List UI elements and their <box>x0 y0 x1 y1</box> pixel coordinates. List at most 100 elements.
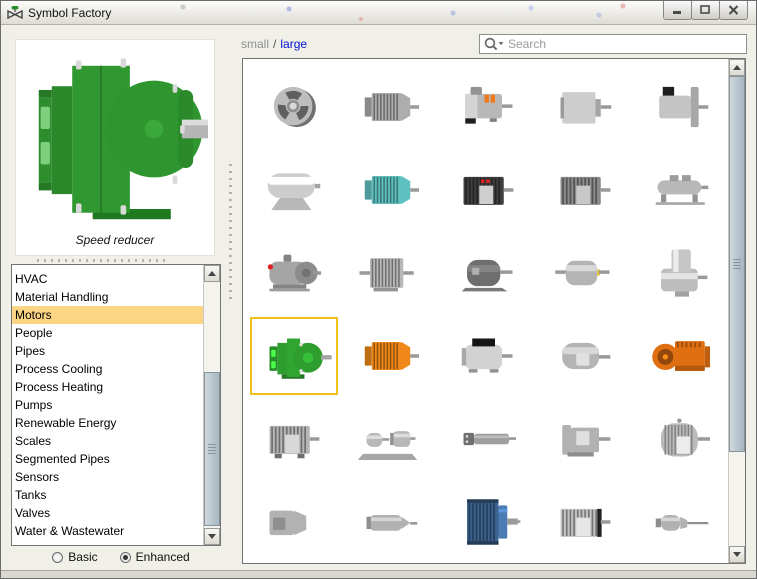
minimize-button[interactable] <box>663 1 692 20</box>
symbol-cell-coupled-motor-set[interactable] <box>342 397 439 480</box>
symbol-cell-finned-motor-dark[interactable] <box>439 148 536 231</box>
category-item-material-handling[interactable]: Material Handling <box>12 288 203 306</box>
window-title: Symbol Factory <box>28 6 111 20</box>
category-list: FoodHVACMaterial HandlingMotorsPeoplePip… <box>12 265 203 545</box>
symbol-cell-square-frame-motor[interactable] <box>536 65 633 148</box>
symbol-cell-blue-finned-sheave-motor[interactable] <box>439 480 536 563</box>
thin-shaft-roller-motor-icon <box>444 400 532 478</box>
finned-motor-silver-icon <box>541 483 629 561</box>
category-item-valves[interactable]: Valves <box>12 504 203 522</box>
symbol-cell-flange-mount-motor[interactable] <box>633 65 728 148</box>
symbol-cell-finned-cylinder-motor[interactable] <box>342 65 439 148</box>
vertical-splitter[interactable] <box>229 164 232 302</box>
category-item-water-wastewater[interactable]: Water & Wastewater <box>12 522 203 540</box>
tefc-motor-icon <box>541 151 629 229</box>
symbol-cell-dark-cylinder-motor[interactable] <box>439 231 536 314</box>
category-item-hvac[interactable]: HVAC <box>12 270 203 288</box>
close-icon <box>728 5 739 15</box>
radio-basic[interactable]: Basic <box>52 550 97 564</box>
symbol-cell-finned-motor-double-shaft[interactable] <box>342 231 439 314</box>
symbol-cell-c-face-motor[interactable] <box>536 397 633 480</box>
category-item-scales[interactable]: Scales <box>12 432 203 450</box>
symbol-cell-finned-motor-silver[interactable] <box>536 480 633 563</box>
foot-mounted-finned-motor-icon <box>250 400 338 478</box>
mode-radios: Basic Enhanced <box>21 550 221 564</box>
symbol-cell-finned-motor-orange[interactable] <box>342 314 439 397</box>
category-item-sensors[interactable]: Sensors <box>12 468 203 486</box>
close-button[interactable] <box>719 1 748 20</box>
orange-gear-motor-icon <box>638 317 726 395</box>
symbol-cell-vertical-mount-motor[interactable] <box>633 231 728 314</box>
symbol-cell-tefc-motor[interactable] <box>536 148 633 231</box>
triangle-down-icon <box>733 552 741 557</box>
finned-cylinder-motor-teal-icon <box>347 151 435 229</box>
horizontal-splitter[interactable] <box>37 259 167 262</box>
category-item-process-heating[interactable]: Process Heating <box>12 378 203 396</box>
maximize-button[interactable] <box>691 1 720 20</box>
scroll-up-button[interactable] <box>204 265 220 282</box>
view-size-links: small/large <box>241 37 307 51</box>
search-box <box>479 34 747 54</box>
coupled-motor-set-icon <box>347 400 435 478</box>
symbol-cell-finned-cylinder-motor-teal[interactable] <box>342 148 439 231</box>
symbol-cell-round-finned-motor[interactable] <box>633 397 728 480</box>
category-item-segmented-pipes[interactable]: Segmented Pipes <box>12 450 203 468</box>
symbol-cell-impeller-fan-motor[interactable] <box>245 65 342 148</box>
search-input[interactable] <box>505 36 746 52</box>
radio-label: Enhanced <box>136 550 190 564</box>
symbol-cell-plain-cylinder-motor[interactable] <box>536 231 633 314</box>
window-controls <box>664 1 748 20</box>
symbol-grid <box>245 59 728 563</box>
radio-icon <box>52 552 63 563</box>
symbol-cell-micro-motor-long-shaft[interactable] <box>633 480 728 563</box>
symbol-cell-pointed-shaft-motor[interactable] <box>342 480 439 563</box>
scrollbar-thumb[interactable] <box>204 372 220 526</box>
category-item-motors[interactable]: Motors <box>12 306 203 324</box>
base-mounted-roller-motor-icon <box>638 151 726 229</box>
pointed-shaft-motor-icon <box>347 483 435 561</box>
finned-motor-double-shaft-icon <box>347 234 435 312</box>
symbol-cell-speed-reducer[interactable] <box>245 314 342 397</box>
size-link-small[interactable]: small <box>241 37 269 51</box>
micro-motor-long-shaft-icon <box>638 483 726 561</box>
search-icon <box>483 36 505 52</box>
radio-enhanced[interactable]: Enhanced <box>120 550 190 564</box>
flange-mount-motor-icon <box>638 68 726 146</box>
plain-cylinder-motor-icon <box>541 234 629 312</box>
dc-motor-with-base-icon <box>250 234 338 312</box>
category-item-tanks[interactable]: Tanks <box>12 486 203 504</box>
symbol-cell-base-mounted-roller-motor[interactable] <box>633 148 728 231</box>
category-item-pumps[interactable]: Pumps <box>12 396 203 414</box>
size-link-large[interactable]: large <box>280 37 307 51</box>
scroll-down-button[interactable] <box>729 546 745 563</box>
impeller-fan-motor-icon <box>250 68 338 146</box>
scroll-up-button[interactable] <box>729 59 745 76</box>
speed-reducer-preview-image <box>22 40 208 232</box>
triangle-up-icon <box>733 65 741 70</box>
category-item-people[interactable]: People <box>12 324 203 342</box>
symbol-cell-pedestal-motor[interactable] <box>245 148 342 231</box>
radio-label: Basic <box>68 550 97 564</box>
cone-nose-motor-icon <box>250 483 338 561</box>
symbol-cell-cone-nose-motor[interactable] <box>245 480 342 563</box>
c-face-motor-icon <box>541 400 629 478</box>
category-item-renewable-energy[interactable]: Renewable Energy <box>12 414 203 432</box>
symbol-cell-rounded-motor-junction-box[interactable] <box>536 314 633 397</box>
symbol-cell-orange-gear-motor[interactable] <box>633 314 728 397</box>
category-item-process-cooling[interactable]: Process Cooling <box>12 360 203 378</box>
symbol-cell-dc-motor-orange-bands[interactable] <box>439 65 536 148</box>
symbol-cell-foot-mounted-finned-motor[interactable] <box>245 397 342 480</box>
triangle-down-icon <box>208 534 216 539</box>
symbol-cell-dc-motor-with-base[interactable] <box>245 231 342 314</box>
dc-motor-orange-bands-icon <box>444 68 532 146</box>
scroll-down-button[interactable] <box>204 528 220 545</box>
symbol-cell-motor-black-top[interactable] <box>439 314 536 397</box>
category-item-pipes[interactable]: Pipes <box>12 342 203 360</box>
maximize-icon <box>700 5 711 15</box>
dark-cylinder-motor-icon <box>444 234 532 312</box>
scrollbar-thumb[interactable] <box>729 76 745 452</box>
radio-icon <box>120 552 131 563</box>
symbol-cell-thin-shaft-roller-motor[interactable] <box>439 397 536 480</box>
preview-caption: Speed reducer <box>76 233 155 247</box>
symbol-grid-panel <box>242 58 746 564</box>
